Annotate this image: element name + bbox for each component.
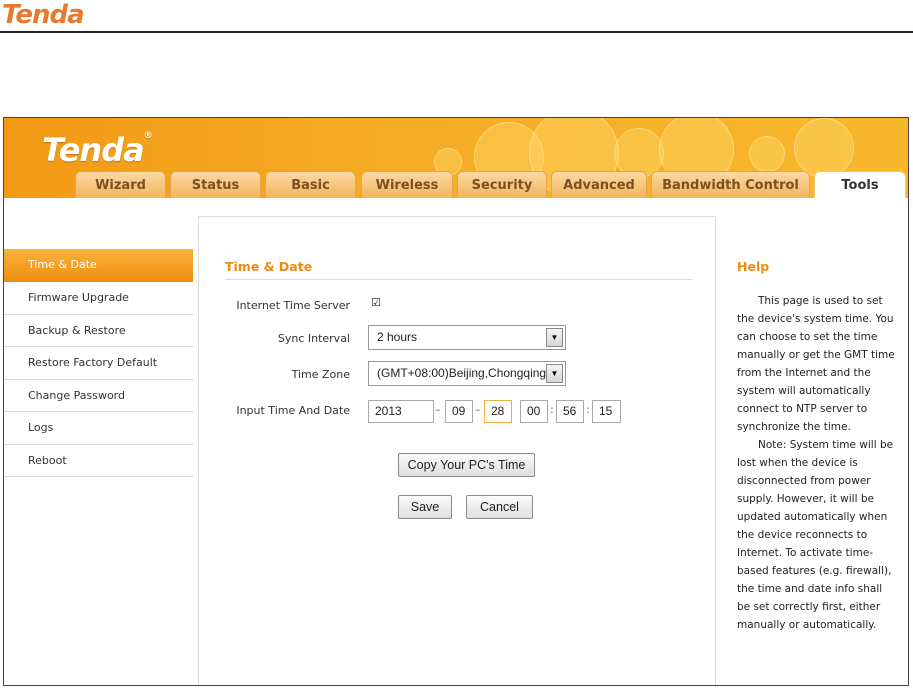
sync-interval-label: Sync Interval <box>277 332 350 345</box>
document-header-rule <box>0 31 913 33</box>
date-separator: – <box>435 403 441 416</box>
tab-bandwidth-control[interactable]: Bandwidth Control <box>651 171 810 198</box>
second-input[interactable]: 15 <box>592 400 621 423</box>
day-input[interactable]: 28 <box>484 400 512 423</box>
help-paragraph: This page is used to set the device's sy… <box>737 295 895 433</box>
sidebar-item-restore-factory-default[interactable]: Restore Factory Default <box>4 347 193 380</box>
sidebar-menu: Time & Date Firmware Upgrade Backup & Re… <box>4 249 193 477</box>
help-paragraph: Note: System time will be lost when the … <box>737 439 894 631</box>
copy-pc-time-button[interactable]: Copy Your PC's Time <box>398 453 535 477</box>
hour-input[interactable]: 00 <box>520 400 548 423</box>
internet-time-server-label: Internet Time Server <box>236 299 350 312</box>
sidebar-item-time-date[interactable]: Time & Date <box>4 249 193 282</box>
decorative-bubble <box>749 136 785 172</box>
help-text: This page is used to set the device's sy… <box>737 292 895 634</box>
time-separator: : <box>550 403 554 416</box>
header-banner: Tenda® Wizard Status Basic Wireless Secu… <box>4 118 908 198</box>
tab-wireless[interactable]: Wireless <box>361 171 453 198</box>
date-separator: – <box>475 403 481 416</box>
tab-tools[interactable]: Tools <box>814 171 906 198</box>
decorative-bubble <box>794 118 854 178</box>
tab-basic[interactable]: Basic <box>265 171 356 198</box>
help-title: Help <box>737 259 770 274</box>
sidebar-item-firmware-upgrade[interactable]: Firmware Upgrade <box>4 282 193 315</box>
cancel-button[interactable]: Cancel <box>466 495 533 519</box>
document-logo: Tenda <box>2 0 85 30</box>
content-panel <box>198 216 716 685</box>
tab-status[interactable]: Status <box>170 171 261 198</box>
minute-input[interactable]: 56 <box>556 400 584 423</box>
input-time-label: Input Time And Date <box>236 404 350 417</box>
sidebar-item-logs[interactable]: Logs <box>4 412 193 445</box>
router-admin-screenshot: Tenda® Wizard Status Basic Wireless Secu… <box>3 117 909 686</box>
sidebar-item-change-password[interactable]: Change Password <box>4 380 193 412</box>
tab-advanced[interactable]: Advanced <box>551 171 647 198</box>
tab-security[interactable]: Security <box>457 171 547 198</box>
internet-time-server-checkbox[interactable]: ☑ <box>371 297 381 308</box>
page-title: Time & Date <box>225 259 313 274</box>
save-button[interactable]: Save <box>398 495 452 519</box>
chevron-down-icon: ▼ <box>546 328 563 347</box>
sync-interval-value: 2 hours <box>377 330 418 344</box>
title-divider <box>225 279 692 280</box>
sync-interval-select[interactable]: 2 hours ▼ <box>368 325 566 350</box>
time-separator: : <box>586 403 590 416</box>
sidebar-item-backup-restore[interactable]: Backup & Restore <box>4 315 193 347</box>
year-input[interactable]: 2013 <box>368 400 434 423</box>
time-zone-label: Time Zone <box>291 368 350 381</box>
tab-wizard[interactable]: Wizard <box>75 171 166 198</box>
sidebar-item-reboot[interactable]: Reboot <box>4 445 193 477</box>
app-logo: Tenda® <box>42 131 153 169</box>
chevron-down-icon: ▼ <box>546 364 563 383</box>
month-input[interactable]: 09 <box>445 400 473 423</box>
time-zone-select[interactable]: (GMT+08:00)Beijing,Chongqing,H ▼ <box>368 361 566 386</box>
time-zone-value: (GMT+08:00)Beijing,Chongqing,H <box>377 366 559 380</box>
